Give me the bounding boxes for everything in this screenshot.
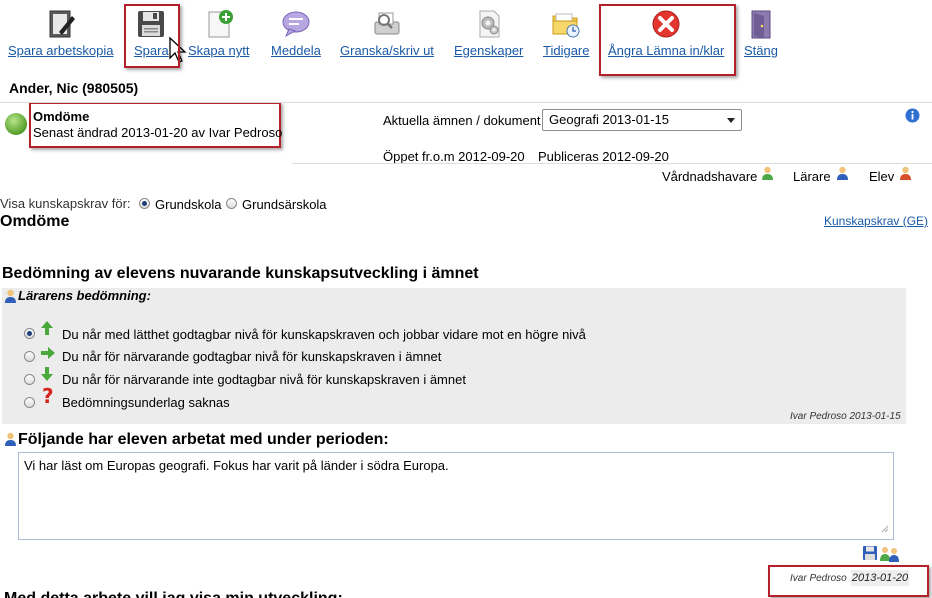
speech-bubble-icon	[280, 8, 312, 40]
open-from: Öppet fr.o.m 2012-09-20	[383, 149, 525, 164]
last-changed: Senast ändrad 2013-01-20 av Ivar Pedroso	[33, 125, 283, 140]
work-textarea[interactable]: Vi har läst om Europas geografi. Fokus h…	[18, 452, 894, 540]
notify-label: Meddela	[271, 43, 321, 58]
person-teacher-icon	[4, 289, 17, 303]
arrow-down-green-icon	[40, 366, 54, 387]
work-text: Vi har läst om Europas geografi. Fokus h…	[24, 458, 449, 473]
person-green-icon	[761, 166, 774, 180]
svg-text:?: ?	[42, 386, 54, 406]
assessment-option-1: Du når med lätthet godtagbar nivå för ku…	[62, 327, 586, 342]
published: Publiceras 2012-09-20	[538, 149, 669, 164]
new-document-icon	[203, 8, 235, 40]
work-signature-name: Ivar Pedroso	[790, 573, 847, 584]
save-draft-label: Spara arbetskopia	[8, 43, 114, 58]
work-signature-date: 2013-01-20	[851, 570, 909, 586]
assessment-signature: Ivar Pedroso 2013-01-15	[790, 411, 901, 422]
role-student: Elev	[869, 169, 895, 184]
previous-label: Tidigare	[543, 43, 590, 58]
print-preview-icon	[371, 8, 403, 40]
status-green-icon	[4, 112, 28, 141]
review-print-button[interactable]: Granska/skriv ut	[340, 8, 434, 58]
document-title: Omdöme	[33, 109, 90, 124]
properties-label: Egenskaper	[454, 43, 524, 58]
close-label: Stäng	[744, 43, 778, 58]
folder-clock-icon	[550, 8, 582, 40]
info-icon[interactable]	[905, 108, 920, 128]
assessment-radio-2[interactable]	[24, 351, 35, 362]
assessment-option-2: Du når för närvarande godtagbar nivå för…	[62, 349, 442, 364]
create-new-button[interactable]: Skapa nytt	[188, 8, 249, 58]
save-draft-button[interactable]: Spara arbetskopia	[8, 8, 114, 58]
notify-button[interactable]: Meddela	[271, 8, 321, 58]
person-teacher-icon	[4, 432, 17, 446]
assessment-radio-3[interactable]	[24, 374, 35, 385]
assessment-radio-1[interactable]	[24, 328, 35, 339]
person-orange-icon	[899, 166, 912, 180]
person-blue-icon	[836, 166, 849, 180]
section-title: Omdöme	[0, 213, 70, 230]
grundsarskola-label: Grundsärskola	[242, 197, 327, 212]
work-heading: Följande har eleven arbetat med under pe…	[18, 431, 389, 448]
create-new-label: Skapa nytt	[188, 43, 250, 58]
gears-icon	[473, 8, 505, 40]
divider	[292, 163, 932, 164]
chevron-down-icon	[727, 118, 735, 123]
assessment-option-4: Bedömningsunderlag saknas	[62, 395, 230, 410]
arrow-right-green-icon	[40, 346, 56, 365]
close-button[interactable]: Stäng	[744, 8, 778, 58]
subject-select[interactable]: Geografi 2013-01-15	[542, 109, 742, 131]
subject-label: Aktuella ämnen / dokument	[383, 113, 541, 128]
question-mark-icon: ?	[40, 384, 58, 411]
properties-button[interactable]: Egenskaper	[454, 8, 523, 58]
student-name: Ander, Nic (980505)	[9, 80, 139, 96]
clipboard-pen-icon	[45, 8, 77, 40]
teacher-assessment-label: Lärarens bedömning:	[18, 288, 151, 303]
next-heading: Med detta arbete vill jag visa min utvec…	[4, 590, 343, 598]
resize-grip-icon[interactable]	[881, 521, 889, 536]
highlight-undo	[599, 4, 736, 76]
save-small-icon[interactable]	[862, 545, 878, 566]
role-guardian: Vårdnadshavare	[662, 169, 758, 184]
next-heading-clip: Med detta arbete vill jag visa min utvec…	[4, 590, 932, 598]
door-exit-icon	[745, 8, 777, 40]
previous-button[interactable]: Tidigare	[543, 8, 589, 58]
review-print-label: Granska/skriv ut	[340, 43, 434, 58]
knowledge-requirements-link[interactable]: Kunskapskrav (GE)	[824, 214, 928, 228]
role-teacher: Lärare	[793, 169, 831, 184]
subject-selected: Geografi 2013-01-15	[549, 112, 669, 127]
grundskola-label: Grundskola	[155, 197, 222, 212]
assessment-radio-4[interactable]	[24, 397, 35, 408]
assessment-option-3: Du når för närvarande inte godtagbar niv…	[62, 372, 466, 387]
arrow-up-green-icon	[40, 320, 54, 341]
share-people-icon[interactable]	[879, 545, 901, 568]
assessment-heading: Bedömning av elevens nuvarande kunskapsu…	[2, 265, 479, 282]
highlight-save	[124, 4, 180, 68]
radio-grundskola[interactable]	[139, 198, 150, 209]
radio-grundsarskola[interactable]	[226, 198, 237, 209]
divider	[0, 102, 932, 103]
show-for-label: Visa kunskapskrav för:	[0, 196, 131, 211]
